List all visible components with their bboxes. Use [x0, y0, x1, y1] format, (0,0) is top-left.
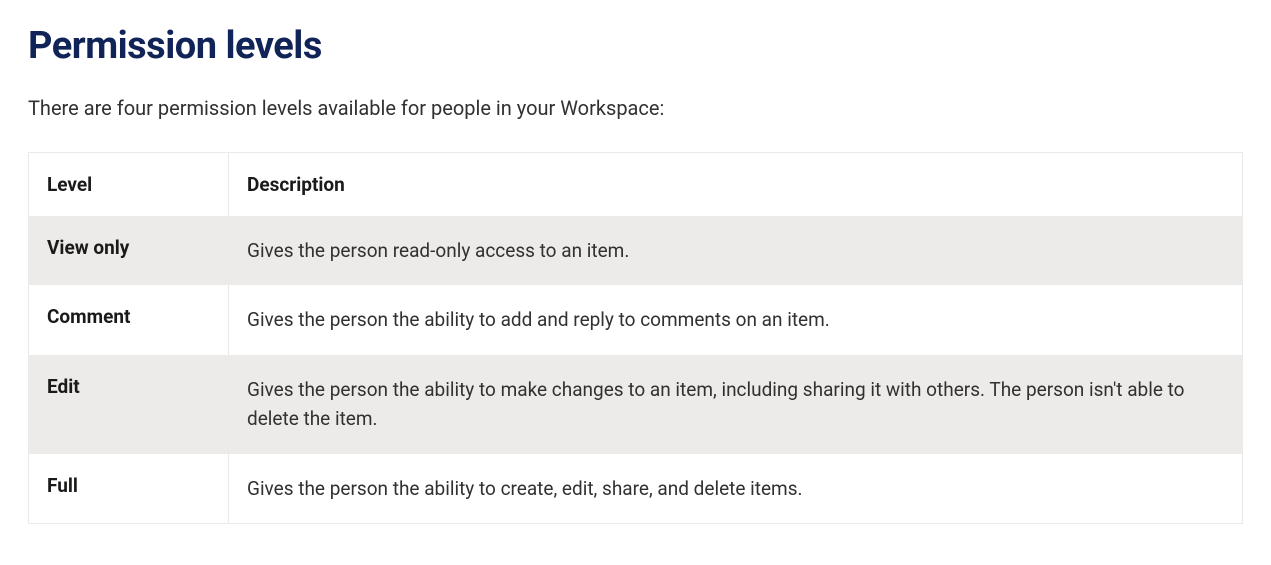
column-header-description: Description: [229, 153, 1243, 217]
level-description: Gives the person the ability to create, …: [229, 454, 1243, 524]
page-heading: Permission levels: [28, 24, 1243, 68]
level-description: Gives the person read-only access to an …: [229, 216, 1243, 285]
table-header-row: Level Description: [29, 153, 1243, 217]
table-row: Edit Gives the person the ability to mak…: [29, 355, 1243, 454]
table-row: Comment Gives the person the ability to …: [29, 285, 1243, 354]
level-name: View only: [29, 216, 229, 285]
table-row: Full Gives the person the ability to cre…: [29, 454, 1243, 524]
level-name: Full: [29, 454, 229, 524]
level-description: Gives the person the ability to add and …: [229, 285, 1243, 354]
table-row: View only Gives the person read-only acc…: [29, 216, 1243, 285]
level-description: Gives the person the ability to make cha…: [229, 355, 1243, 454]
column-header-level: Level: [29, 153, 229, 217]
intro-text: There are four permission levels availab…: [28, 96, 1243, 120]
level-name: Comment: [29, 285, 229, 354]
permission-levels-table: Level Description View only Gives the pe…: [28, 152, 1243, 524]
level-name: Edit: [29, 355, 229, 454]
